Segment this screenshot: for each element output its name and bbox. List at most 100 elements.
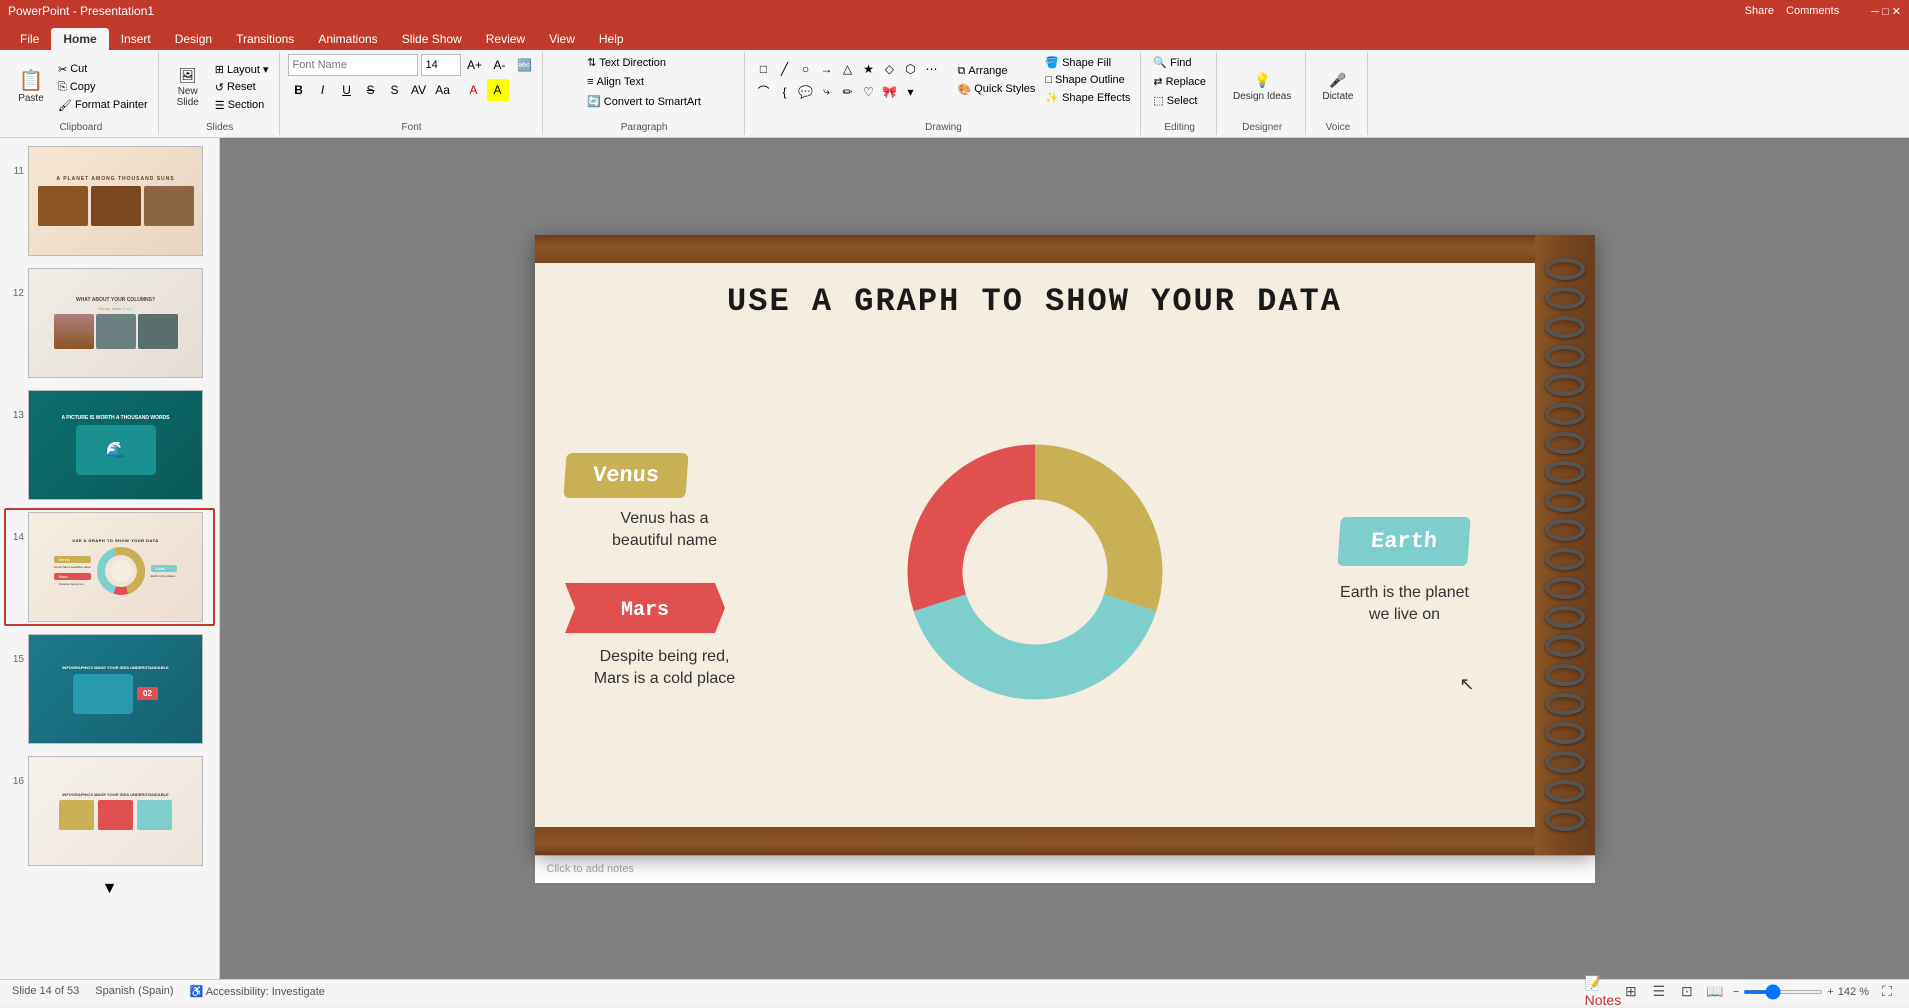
language-indicator[interactable]: Spanish (Spain) <box>95 985 173 998</box>
quick-styles-button[interactable]: 🎨 Quick Styles <box>954 81 1040 98</box>
align-text-icon: ≡ <box>587 76 593 88</box>
replace-button[interactable]: ⇄ Replace <box>1149 73 1210 90</box>
slide-title[interactable]: USE A GRAPH TO SHOW YOUR DATA <box>565 283 1505 320</box>
shape-heart[interactable]: ♡ <box>858 81 880 103</box>
section-button[interactable]: ☰ Section <box>211 97 273 114</box>
cut-button[interactable]: ✂ Cut <box>54 61 152 78</box>
select-button[interactable]: ⬚ Select <box>1149 92 1201 109</box>
tab-design[interactable]: Design <box>163 28 224 50</box>
align-text-button[interactable]: ≡ Align Text <box>583 74 648 90</box>
slide-num-11: 11 <box>8 166 24 177</box>
earth-desc: Earth is the planetwe live on <box>1340 582 1469 627</box>
tab-home[interactable]: Home <box>51 28 108 50</box>
shape-diamond[interactable]: ◇ <box>879 58 901 80</box>
shape-ribbon[interactable]: 🎀 <box>879 81 901 103</box>
char-spacing-button[interactable]: AV <box>408 79 430 101</box>
shape-more[interactable]: ⋯ <box>921 58 943 80</box>
dictate-button[interactable]: 🎤 Dictate <box>1314 68 1361 106</box>
scroll-down-button[interactable]: ▼ <box>99 878 121 900</box>
slide-img-12: WHAT ABOUT YOUR COLUMNS? Venus Mars Eart… <box>28 268 203 378</box>
shape-fill-button[interactable]: 🪣 Shape Fill <box>1041 54 1134 71</box>
slide-thumb-14[interactable]: 14 USE A GRAPH TO SHOW YOUR DATA Venus V… <box>4 508 215 626</box>
font-size-btn2[interactable]: Aa <box>432 79 454 101</box>
zoom-minus[interactable]: − <box>1733 986 1739 998</box>
tab-file[interactable]: File <box>8 28 51 50</box>
format-painter-button[interactable]: 🖌 Format Painter <box>54 97 152 114</box>
slide-thumb-11[interactable]: 11 A PLANET AMONG THOUSAND SUNS <box>4 142 215 260</box>
arrange-button[interactable]: ⧉ Arrange <box>954 63 1040 80</box>
slide-thumb-13[interactable]: 13 A PICTURE IS WORTH A THOUSAND WORDS 🌊 <box>4 386 215 504</box>
design-ideas-icon: 💡 <box>1253 72 1270 89</box>
shape-bracket[interactable]: { <box>774 81 796 103</box>
shape-hexagon[interactable]: ⬡ <box>900 58 922 80</box>
view-outline-button[interactable]: ☰ <box>1649 982 1669 1002</box>
design-ideas-button[interactable]: 💡 Design Ideas <box>1225 68 1299 106</box>
find-button[interactable]: 🔍 Find <box>1149 54 1195 71</box>
shape-circle[interactable]: ○ <box>795 58 817 80</box>
paste-button[interactable]: 📋 Paste <box>10 67 52 108</box>
zoom-slider-input[interactable] <box>1743 990 1823 994</box>
slide-thumb-12[interactable]: 12 WHAT ABOUT YOUR COLUMNS? Venus Mars E… <box>4 264 215 382</box>
earth-label[interactable]: Earth <box>1371 529 1439 554</box>
strikethrough-button[interactable]: S <box>360 79 382 101</box>
bold-button[interactable]: B <box>288 79 310 101</box>
venus-label[interactable]: Venus <box>592 463 660 488</box>
shape-arrow[interactable]: → <box>816 58 838 80</box>
shape-effects-button[interactable]: ✨ Shape Effects <box>1041 89 1134 106</box>
slide-thumb-16[interactable]: 16 INFOGRAPHICS MAKE YOUR IDEA UNDERSTAN… <box>4 752 215 870</box>
shape-star[interactable]: ★ <box>858 58 880 80</box>
tab-view[interactable]: View <box>537 28 587 50</box>
zoom-level[interactable]: 142 % <box>1838 986 1869 998</box>
increase-font-button[interactable]: A+ <box>464 54 486 76</box>
donut-chart[interactable] <box>890 427 1180 717</box>
slide-canvas[interactable]: USE A GRAPH TO SHOW YOUR DATA Venus Venu… <box>535 235 1595 855</box>
clear-format-button[interactable]: 🔤 <box>514 54 536 76</box>
text-direction-label: Text Direction <box>599 57 666 69</box>
shape-dropdown[interactable]: ▾ <box>900 81 922 103</box>
font-color-button[interactable]: A <box>463 79 485 101</box>
mars-section: Mars Despite being red,Mars is a cold pl… <box>565 583 765 691</box>
shape-line[interactable]: ╱ <box>774 58 796 80</box>
layout-button[interactable]: ⊞ Layout ▾ <box>211 61 273 78</box>
view-normal-button[interactable]: ⊞ <box>1621 982 1641 1002</box>
shape-rect[interactable]: □ <box>753 58 775 80</box>
shape-outline-button[interactable]: □ Shape Outline <box>1041 72 1134 88</box>
view-notes-button[interactable]: 📝 Notes <box>1593 982 1613 1002</box>
shadow-button[interactable]: S <box>384 79 406 101</box>
shape-curve[interactable]: ⌒ <box>753 81 775 103</box>
app-title: PowerPoint - Presentation1 <box>8 4 154 18</box>
tab-slideshow[interactable]: Slide Show <box>390 28 474 50</box>
font-size-input[interactable] <box>421 54 461 76</box>
view-sorter-button[interactable]: ⊡ <box>1677 982 1697 1002</box>
shape-callout[interactable]: 💬 <box>795 81 817 103</box>
replace-icon: ⇄ <box>1153 75 1162 88</box>
tab-insert[interactable]: Insert <box>109 28 163 50</box>
highlight-color-button[interactable]: A <box>487 79 509 101</box>
new-slide-button[interactable]: 🖼 NewSlide <box>167 63 209 112</box>
tab-help[interactable]: Help <box>587 28 636 50</box>
shape-connector[interactable]: ⤷ <box>816 81 838 103</box>
tab-transitions[interactable]: Transitions <box>224 28 306 50</box>
notes-bar[interactable]: Click to add notes <box>535 855 1595 883</box>
shape-freeform[interactable]: ✏ <box>837 81 859 103</box>
slide-thumb-15[interactable]: 15 INFOGRAPHICS MAKE YOUR IDEA UNDERSTAN… <box>4 630 215 748</box>
main-area: 11 A PLANET AMONG THOUSAND SUNS 12 WHAT … <box>0 138 1909 979</box>
tab-animations[interactable]: Animations <box>306 28 389 50</box>
tab-review[interactable]: Review <box>474 28 537 50</box>
text-direction-button[interactable]: ⇅ Text Direction <box>583 54 670 71</box>
view-reading-button[interactable]: 📖 <box>1705 982 1725 1002</box>
shape-triangle[interactable]: △ <box>837 58 859 80</box>
zoom-plus[interactable]: + <box>1827 986 1833 998</box>
arrange-icon: ⧉ <box>958 65 966 78</box>
comments-button[interactable]: Comments <box>1786 5 1839 18</box>
convert-smartart-button[interactable]: 🔄 Convert to SmartArt <box>583 93 705 110</box>
select-icon: ⬚ <box>1153 94 1163 107</box>
font-name-input[interactable] <box>288 54 418 76</box>
fit-slide-button[interactable]: ⛶ <box>1877 982 1897 1002</box>
reset-button[interactable]: ↺ Reset <box>211 79 273 96</box>
underline-button[interactable]: U <box>336 79 358 101</box>
copy-button[interactable]: ⎘ Copy <box>54 79 152 96</box>
share-button[interactable]: Share <box>1745 5 1774 18</box>
decrease-font-button[interactable]: A- <box>489 54 511 76</box>
italic-button[interactable]: I <box>312 79 334 101</box>
